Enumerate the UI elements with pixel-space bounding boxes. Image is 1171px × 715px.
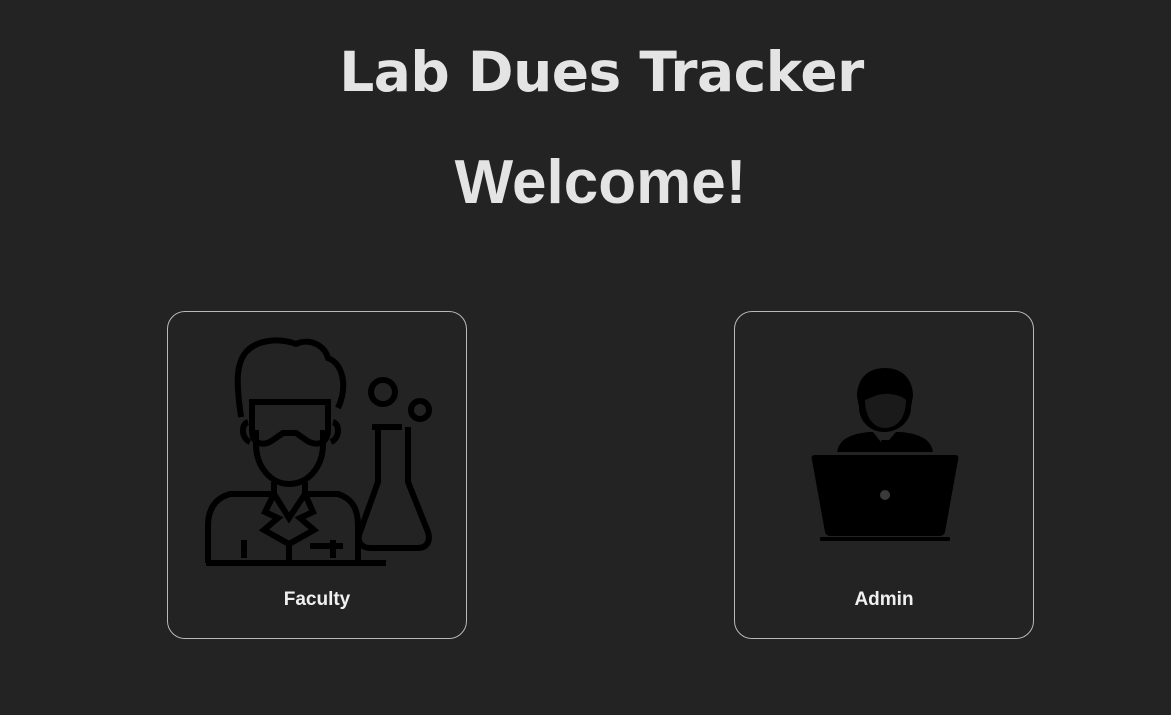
scientist-icon (205, 337, 432, 566)
landing-page: Lab Dues Tracker Welcome! Faculty Admin (0, 0, 1171, 715)
welcome-heading: Welcome! (454, 148, 747, 217)
faculty-card[interactable]: Faculty (167, 311, 467, 639)
faculty-label: Faculty (283, 589, 351, 610)
admin-card[interactable]: Admin (734, 311, 1034, 639)
admin-label: Admin (854, 589, 914, 610)
admin-laptop-icon (811, 368, 959, 541)
app-title: Lab Dues Tracker (339, 40, 864, 104)
